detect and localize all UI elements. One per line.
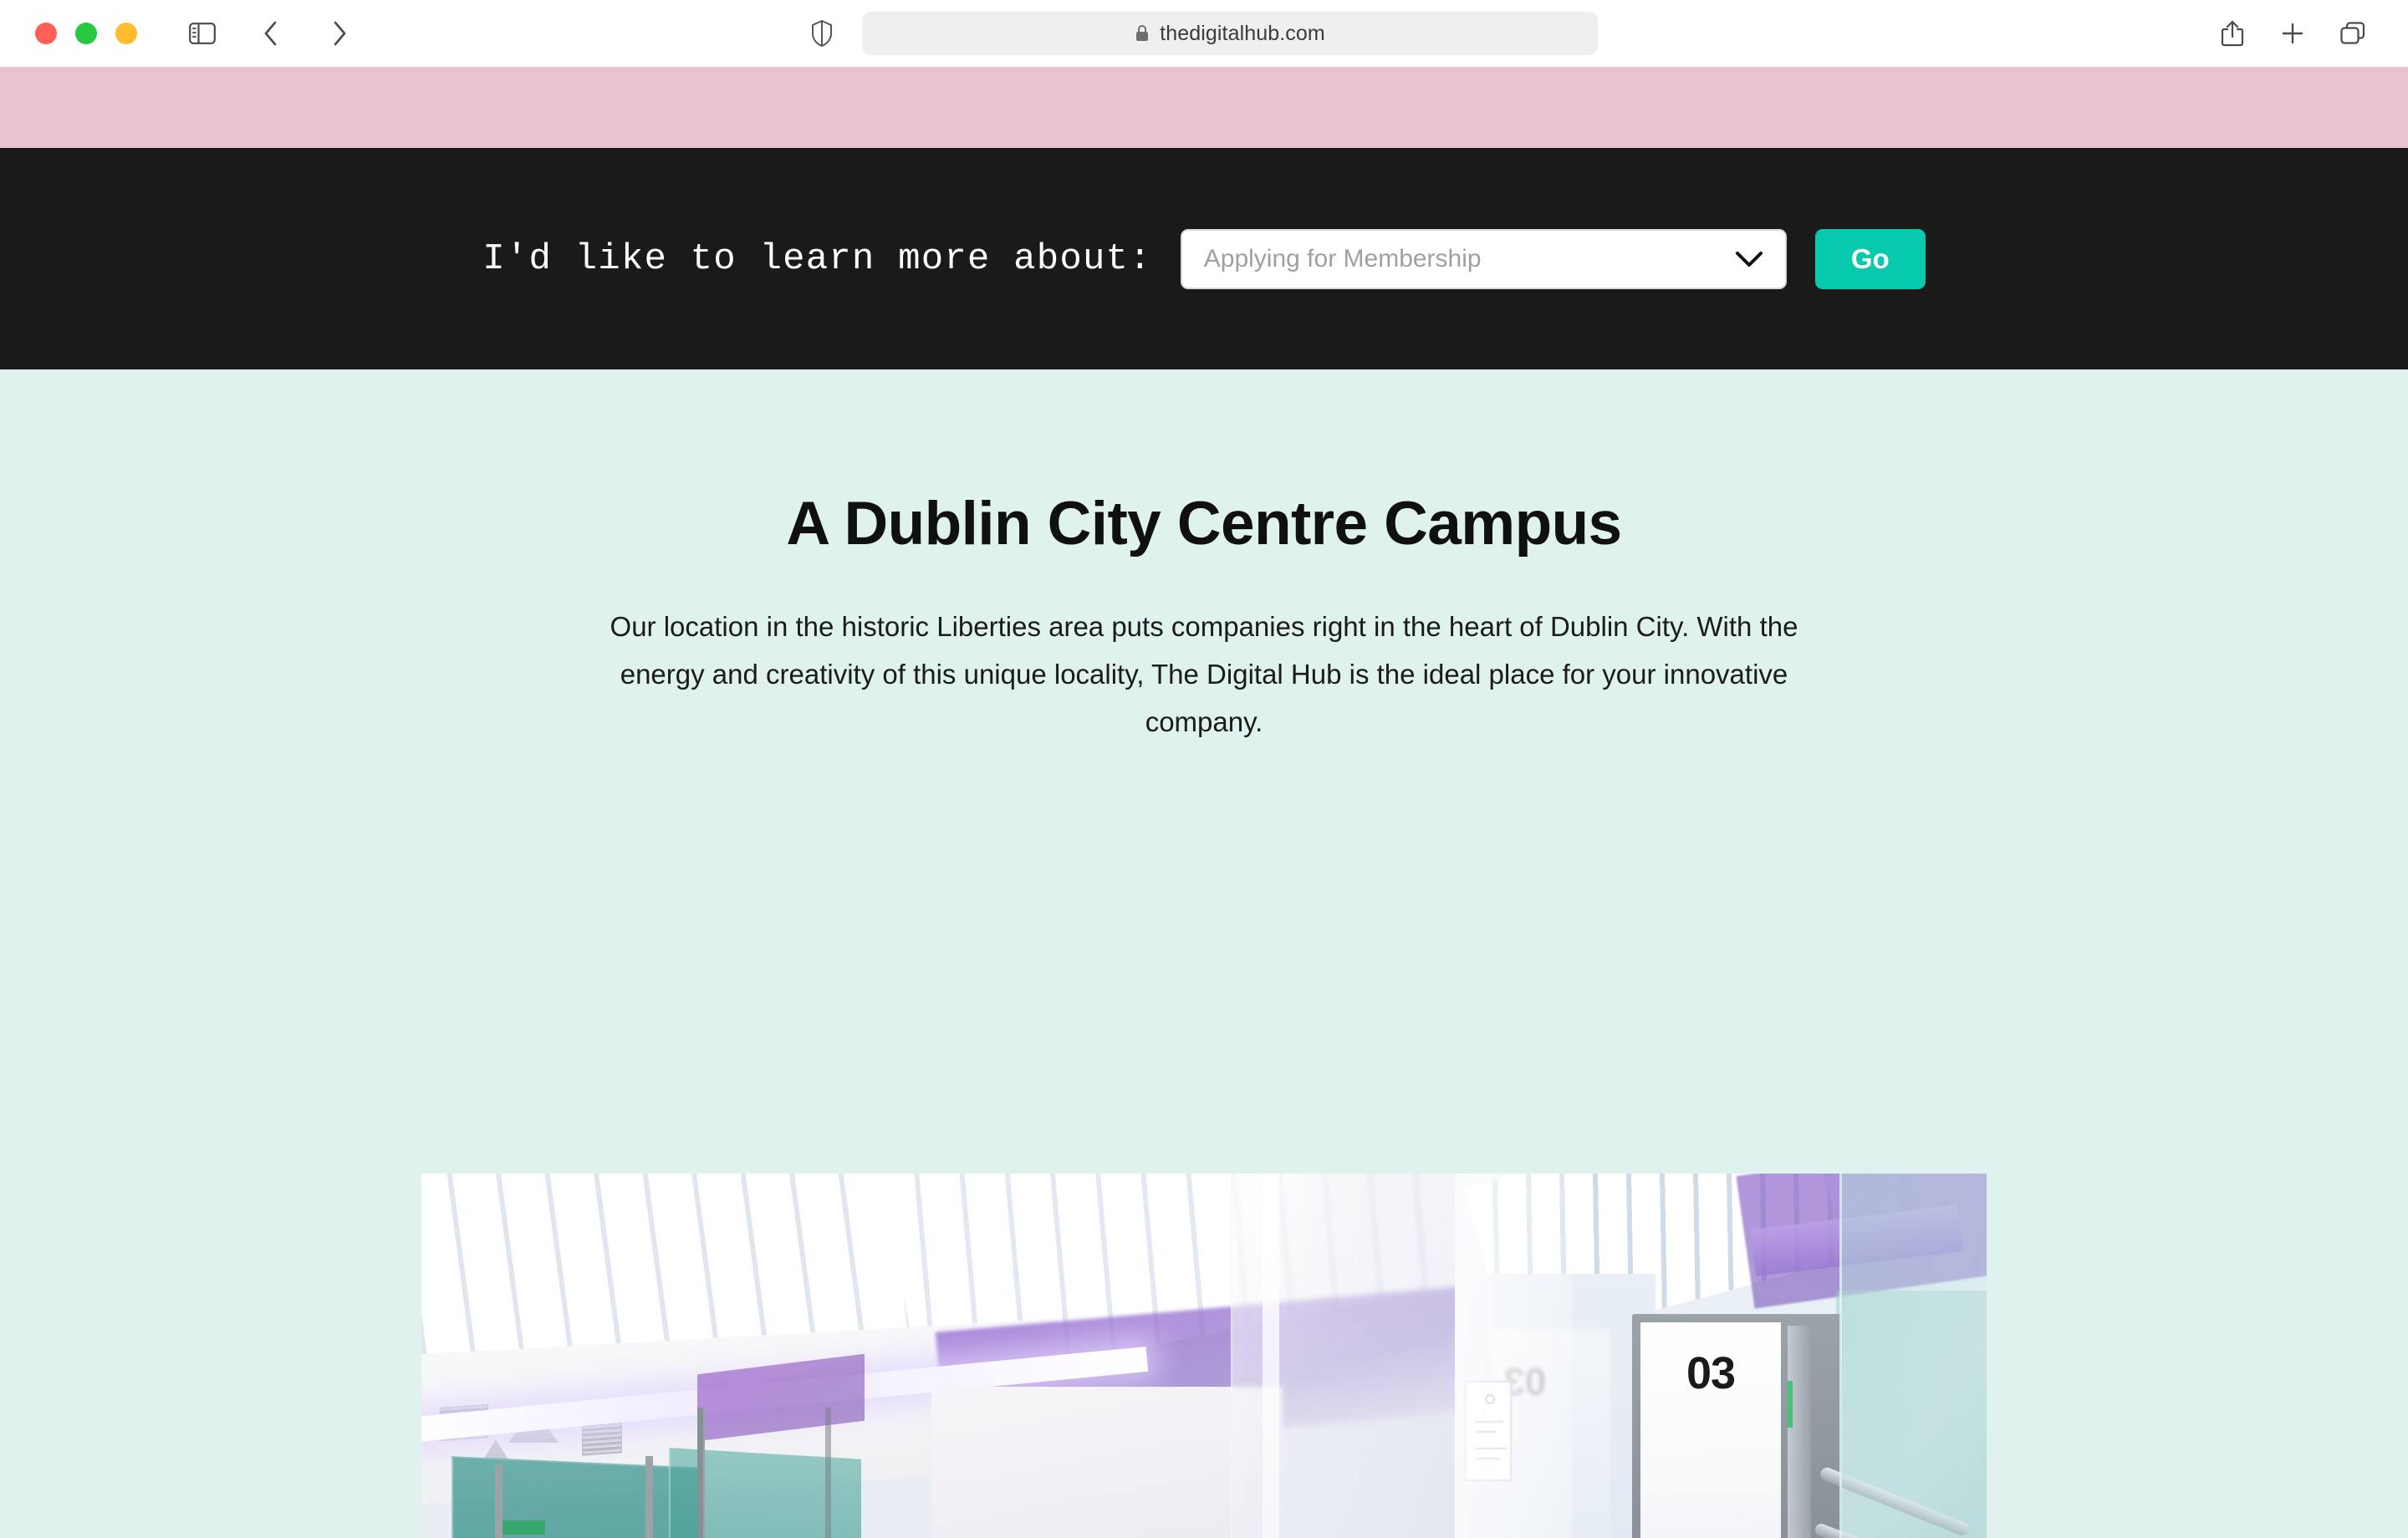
url-bar[interactable]: thedigitalhub.com — [862, 12, 1598, 55]
topic-select-value: Applying for Membership — [1203, 244, 1482, 272]
announcement-bar — [0, 67, 2408, 148]
tab-overview-icon[interactable] — [2338, 18, 2368, 48]
toolbar-actions — [2217, 18, 2368, 48]
zoom-window-button[interactable] — [115, 23, 137, 44]
learn-more-cta-band: I'd like to learn more about: Applying f… — [0, 148, 2408, 369]
share-icon[interactable] — [2217, 18, 2247, 48]
sidebar-icon[interactable] — [187, 18, 217, 48]
cta-label: I'd like to learn more about: — [482, 237, 1152, 280]
lock-icon — [1135, 24, 1150, 43]
photo-panel-corridor: 03 03 — [1455, 1174, 1987, 1538]
forward-button[interactable] — [324, 18, 355, 48]
window-controls — [35, 23, 137, 44]
door-number-label: 03 — [1686, 1348, 1736, 1398]
address-bar-area: thedigitalhub.com — [0, 12, 2408, 55]
minimize-window-button[interactable] — [75, 23, 97, 44]
topic-select[interactable]: Applying for Membership — [1180, 228, 1787, 289]
plus-icon[interactable] — [2278, 18, 2308, 48]
photo-panel-office — [421, 1174, 1455, 1538]
page-title: A Dublin City Centre Campus — [786, 490, 1622, 558]
url-text: thedigitalhub.com — [1160, 21, 1325, 45]
campus-section: A Dublin City Centre Campus Our location… — [0, 369, 2408, 1538]
campus-description: Our location in the historic Liberties a… — [610, 611, 1798, 737]
campus-photo: 03 03 — [421, 1174, 1987, 1538]
door-03: 03 — [1632, 1314, 1841, 1538]
go-button[interactable]: Go — [1814, 228, 1926, 289]
back-button[interactable] — [256, 18, 286, 48]
navigation-controls — [187, 18, 355, 48]
browser-toolbar: thedigitalhub.com — [0, 0, 2408, 67]
topic-select-wrapper: Applying for Membership — [1180, 228, 1787, 289]
close-window-button[interactable] — [35, 23, 57, 44]
privacy-shield-icon[interactable] — [810, 19, 839, 48]
